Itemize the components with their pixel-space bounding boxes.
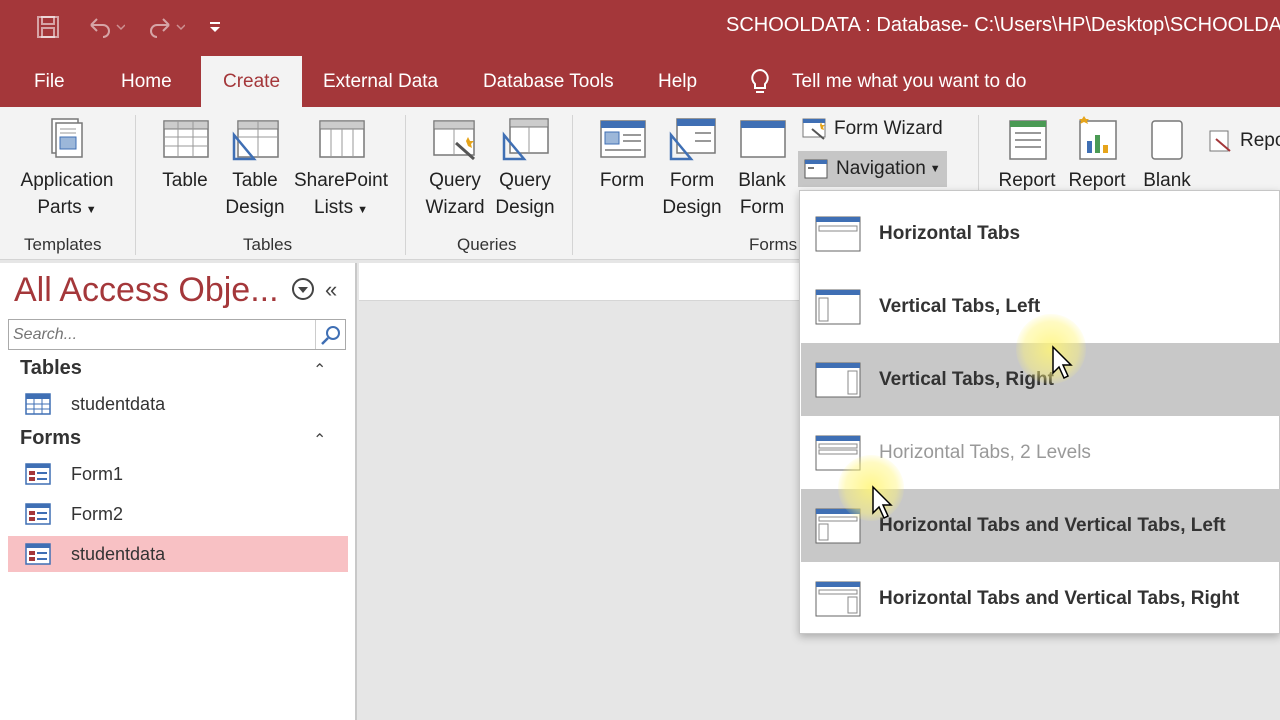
form-icon (25, 503, 51, 525)
query-wizard-button[interactable]: Query Wizard (422, 107, 488, 221)
form-icon (25, 543, 51, 565)
tab-external-data[interactable]: External Data (323, 56, 438, 107)
nav-pane-menu-icon[interactable] (291, 277, 315, 301)
blank-form-button[interactable]: Blank Form (732, 107, 792, 221)
blank-report-icon (1151, 120, 1183, 160)
vertical-tabs-right-icon (815, 362, 861, 397)
report-wizard-icon (1209, 130, 1231, 152)
table-icon (25, 393, 51, 415)
collapse-pane-icon[interactable]: « (325, 277, 337, 303)
window-title: SCHOOLDATA : Database- C:\Users\HP\Deskt… (726, 14, 1280, 36)
separator (572, 115, 573, 255)
separator (135, 115, 136, 255)
navigation-pane: All Access Obje... « Tables ⌃ studentdat… (0, 263, 357, 720)
group-queries-label: Queries (457, 235, 517, 254)
table-design-icon (232, 120, 279, 161)
application-parts-button[interactable]: Application Parts ▼ (14, 107, 120, 224)
application-parts-icon (51, 118, 83, 158)
section-forms[interactable]: Forms (20, 427, 81, 450)
navigation-button[interactable]: Navigation ▼ (798, 151, 947, 187)
mouse-cursor-icon (1052, 345, 1073, 380)
tell-me-search[interactable]: Tell me what you want to do (792, 56, 1026, 107)
horizontal-tabs-icon (815, 216, 861, 251)
report-wizard-button[interactable]: Repo (1208, 129, 1280, 153)
form-button[interactable]: Form (594, 107, 650, 194)
horizontal-vertical-tabs-right-icon (815, 581, 861, 616)
tab-help[interactable]: Help (658, 56, 697, 107)
mouse-cursor-icon (872, 485, 893, 520)
blank-form-icon (740, 120, 786, 158)
separator (405, 115, 406, 255)
query-design-button[interactable]: Query Design (492, 107, 558, 221)
nav-search-box (8, 319, 346, 350)
form-design-icon (669, 118, 716, 161)
ribbon-tabs: File Home Create External Data Database … (0, 56, 1280, 107)
sharepoint-lists-icon (319, 120, 365, 158)
navigation-dropdown-menu: Horizontal Tabs Vertical Tabs, Left Vert… (799, 190, 1280, 634)
list-item[interactable]: Form2 (8, 496, 348, 532)
query-wizard-icon (433, 120, 475, 161)
list-item[interactable]: studentdata (8, 386, 348, 422)
report-button[interactable]: Report (996, 107, 1058, 194)
form-icon (600, 120, 646, 158)
chevron-up-icon[interactable]: ⌃ (313, 360, 326, 380)
group-tables-label: Tables (243, 235, 293, 254)
navigation-form-icon (804, 159, 828, 179)
redo-icon[interactable] (142, 12, 188, 42)
menu-item-horizontal-tabs[interactable]: Horizontal Tabs (801, 197, 1280, 270)
vertical-tabs-left-icon (815, 289, 861, 324)
table-button[interactable]: Table (156, 107, 214, 194)
group-templates-label: Templates (24, 235, 102, 254)
report-icon (1009, 120, 1047, 160)
form-wizard-icon (802, 118, 826, 140)
tab-file[interactable]: File (34, 56, 65, 107)
chevron-up-icon[interactable]: ⌃ (313, 430, 326, 450)
list-item[interactable]: Form1 (8, 456, 348, 492)
customize-icon[interactable] (204, 12, 226, 42)
menu-item-horizontal-vertical-right[interactable]: Horizontal Tabs and Vertical Tabs, Right (801, 562, 1280, 635)
form-wizard-button[interactable]: Form Wizard (802, 117, 943, 141)
chevron-down-icon: ▼ (929, 163, 941, 175)
table-design-button[interactable]: Table Design (222, 107, 288, 221)
list-item-selected[interactable]: studentdata (8, 536, 348, 572)
tab-database-tools[interactable]: Database Tools (483, 56, 614, 107)
query-design-icon (502, 118, 549, 161)
form-design-button[interactable]: Form Design (660, 107, 724, 221)
report-design-icon (1079, 116, 1117, 160)
search-icon[interactable] (315, 320, 345, 349)
undo-icon[interactable] (82, 12, 128, 42)
title-bar: SCHOOLDATA : Database- C:\Users\HP\Deskt… (0, 0, 1280, 56)
tab-create[interactable]: Create (201, 56, 303, 107)
save-icon[interactable] (34, 12, 62, 42)
form-icon (25, 463, 51, 485)
section-tables[interactable]: Tables (20, 357, 82, 380)
report-design-button[interactable]: Report (1066, 107, 1128, 194)
table-icon (163, 120, 209, 158)
lightbulb-icon (751, 68, 769, 93)
search-input[interactable] (13, 324, 313, 346)
nav-pane-title[interactable]: All Access Obje... (14, 271, 279, 310)
group-forms-label: Forms (749, 235, 798, 254)
sharepoint-lists-button[interactable]: SharePoint Lists ▼ (292, 107, 390, 224)
blank-report-button[interactable]: Blank (1138, 107, 1196, 194)
tab-home[interactable]: Home (121, 56, 172, 107)
